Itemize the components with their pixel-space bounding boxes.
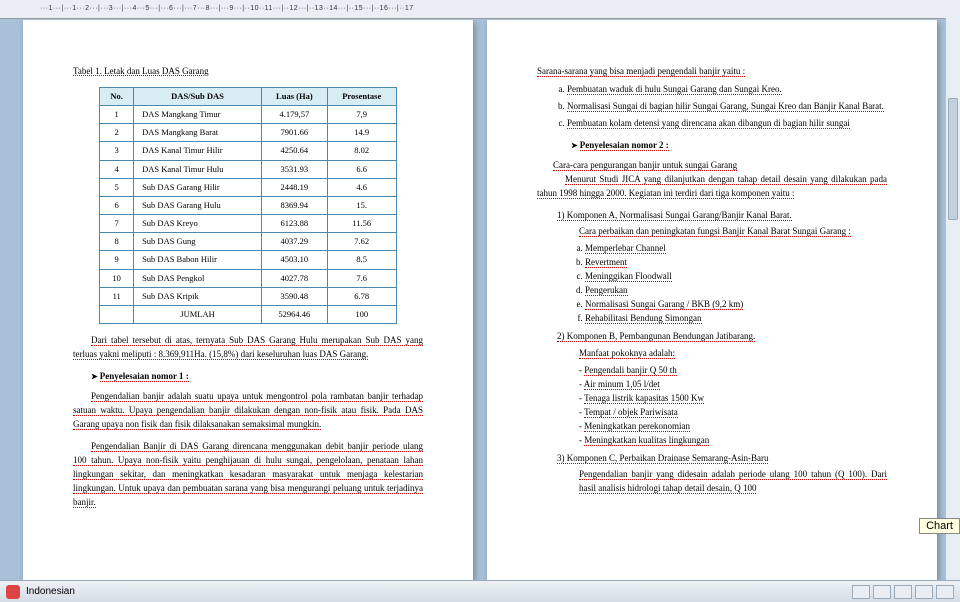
col-no: No. <box>100 87 134 105</box>
list-item: Tempat / objek Pariwisata <box>579 406 887 420</box>
intro-line: Sarana-sarana yang bisa menjadi pengenda… <box>537 65 887 79</box>
table-row: 2DAS Mangkang Barat7901.6614.9 <box>100 124 397 142</box>
table-row: 6Sub DAS Garang Hulu8369.9415. <box>100 196 397 214</box>
section-heading: Penyelesaian nomor 1 : <box>91 370 423 384</box>
komponen-list: 1) Komponen A, Normalisasi Sungai Garang… <box>537 209 887 497</box>
table-row: 11Sub DAS Kripik3590.486.78 <box>100 287 397 305</box>
komponen-c: 3) Komponen C, Perbaikan Drainase Semara… <box>557 452 887 497</box>
paragraph: Pengendalian banjir adalah suatu upaya u… <box>73 390 423 432</box>
table-row: 1DAS Mangkang Timur4.179,577,9 <box>100 106 397 124</box>
col-luas: Luas (Ha) <box>261 87 327 105</box>
list-item: Normalisasi Sungai di bagian hilir Sunga… <box>567 100 887 114</box>
table-row: 10Sub DAS Pengkol4027.787.6 <box>100 269 397 287</box>
ruler-labels: ···1···|···1···2···|···3···|···4···5···|… <box>0 0 960 18</box>
list-item: Meningkatkan kualitas lingkungan <box>579 434 887 448</box>
list-sarana: Pembuatan waduk di hulu Sungai Garang da… <box>537 83 887 131</box>
status-bar: Indonesian <box>0 580 960 602</box>
view-mode-button[interactable] <box>873 585 891 599</box>
list-item: Pengendali banjir Q 50 th <box>579 364 887 378</box>
sublist: Memperlebar Channel Revertment Meninggik… <box>557 242 887 326</box>
vertical-scrollbar[interactable] <box>945 18 960 580</box>
view-controls <box>852 585 954 599</box>
section-heading: Penyelesaian nomor 2 : <box>571 139 887 153</box>
table-row: 4DAS Kanal Timur Hulu3531.936.6 <box>100 160 397 178</box>
paragraph: Menurut Studi JICA yang dilanjutkan deng… <box>537 173 887 201</box>
table-row: 3DAS Kanal Timur Hilir4250.648.02 <box>100 142 397 160</box>
list-item: Rehabilitasi Bendung Simongan <box>585 312 887 326</box>
document-page-1: Tabel 1. Letak dan Luas DAS Garang No. D… <box>23 20 473 580</box>
list-item: Air minum 1,05 l/det <box>579 378 887 392</box>
list-item: Tenaga listrik kapasitas 1500 Kw <box>579 392 887 406</box>
view-mode-button[interactable] <box>894 585 912 599</box>
komponen-b: 2) Komponen B, Pembangunan Bendungan Jat… <box>557 330 887 448</box>
data-table: No. DAS/Sub DAS Luas (Ha) Prosentase 1DA… <box>99 87 397 324</box>
table-header-row: No. DAS/Sub DAS Luas (Ha) Prosentase <box>100 87 397 105</box>
horizontal-ruler: ···1···|···1···2···|···3···|···4···5···|… <box>0 0 960 19</box>
col-pros: Prosentase <box>327 87 396 105</box>
list-item: Pembuatan waduk di hulu Sungai Garang da… <box>567 83 887 97</box>
table-row: 8Sub DAS Gung4037.297.62 <box>100 233 397 251</box>
list-item: Pengerukan <box>585 284 887 298</box>
list-item: Meninggikan Floodwall <box>585 270 887 284</box>
komponen-a: 1) Komponen A, Normalisasi Sungai Garang… <box>557 209 887 327</box>
table-row: 7Sub DAS Kreyo6123.8811.56 <box>100 215 397 233</box>
table-total-row: JUMLAH52964.46100 <box>100 306 397 324</box>
view-mode-button[interactable] <box>852 585 870 599</box>
view-mode-button[interactable] <box>936 585 954 599</box>
paragraph: Pengendalian Banjir di DAS Garang direnc… <box>73 440 423 510</box>
list-item: Memperlebar Channel <box>585 242 887 256</box>
sublist: Pengendali banjir Q 50 th Air minum 1,05… <box>557 364 887 448</box>
status-language[interactable]: Indonesian <box>26 586 75 597</box>
app-icon <box>6 585 20 599</box>
scrollbar-thumb[interactable] <box>948 98 958 220</box>
view-mode-button[interactable] <box>915 585 933 599</box>
paragraph: Cara-cara pengurangan banjir untuk sunga… <box>537 159 887 173</box>
table-row: 9Sub DAS Babon Hilir4503.108.5 <box>100 251 397 269</box>
list-item: Normalisasi Sungai Garang / BKB (9,2 km) <box>585 298 887 312</box>
list-item: Meningkatkan perekonomian <box>579 420 887 434</box>
col-das: DAS/Sub DAS <box>134 87 262 105</box>
document-page-2: Sarana-sarana yang bisa menjadi pengenda… <box>487 20 937 580</box>
paragraph: Dari tabel tersebut di atas, ternyata Su… <box>73 334 423 362</box>
table-caption: Tabel 1. Letak dan Luas DAS Garang <box>73 65 423 79</box>
list-item: Revertment <box>585 256 887 270</box>
list-item: Pembuatan kolam detensi yang direncana a… <box>567 117 887 131</box>
chart-tooltip: Chart <box>919 518 960 534</box>
page-area: Tabel 1. Letak dan Luas DAS Garang No. D… <box>0 20 960 580</box>
table-row: 5Sub DAS Garang Hilir2448.194.6 <box>100 178 397 196</box>
